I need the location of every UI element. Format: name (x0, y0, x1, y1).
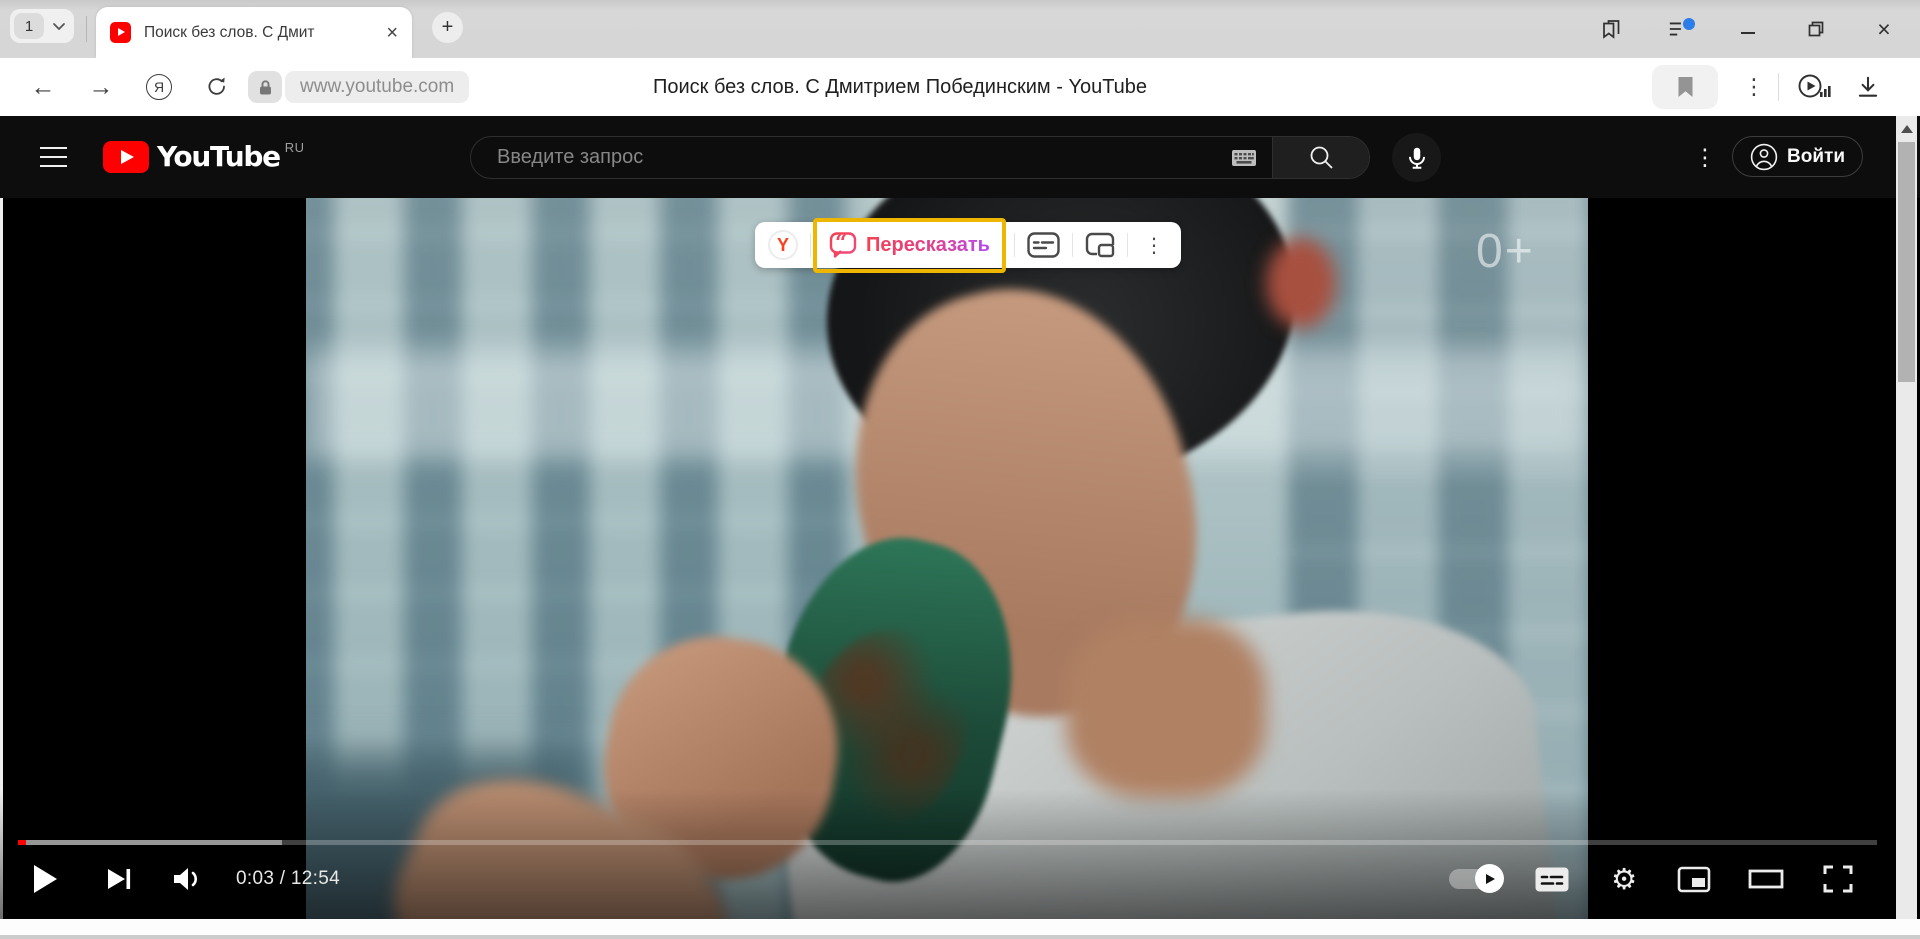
lock-icon[interactable] (248, 71, 282, 103)
youtube-logo[interactable]: YouTube RU (103, 140, 305, 174)
search-button[interactable] (1272, 137, 1369, 178)
minimize-icon[interactable] (1736, 17, 1760, 41)
close-icon[interactable]: × (386, 23, 398, 43)
age-rating: 0+ (1476, 224, 1535, 279)
retell-button[interactable]: “ Пересказать (823, 231, 996, 259)
theater-mode-button[interactable] (1742, 850, 1790, 908)
progress-buffered (18, 840, 282, 845)
bookmark-icon[interactable] (1652, 65, 1718, 109)
scroll-up-icon[interactable] (1901, 125, 1913, 133)
hamburger-icon[interactable] (40, 147, 67, 167)
address-bar: ← → Я www.youtube.com Поиск без слов. С … (0, 58, 1920, 116)
keyboard-icon[interactable] (1216, 137, 1272, 178)
youtube-menu-icon[interactable]: ⋮ (1692, 116, 1718, 198)
window-bottom-edge (0, 919, 1920, 939)
svg-text:“: “ (835, 231, 847, 255)
more-icon[interactable]: ⋮ (1140, 233, 1168, 258)
addressbar-separator (1778, 73, 1779, 101)
tab-counter[interactable]: 1 (10, 9, 74, 43)
youtube-favicon (110, 22, 131, 43)
video-player[interactable]: Y “ Пересказать (0, 198, 1920, 919)
youtube-header: YouTube RU (0, 116, 1920, 198)
play-icon (30, 862, 60, 896)
volume-button[interactable] (164, 850, 210, 908)
url-text[interactable]: www.youtube.com (285, 71, 469, 103)
captions-icon[interactable] (1027, 232, 1060, 258)
autoplay-toggle[interactable] (1446, 850, 1506, 908)
toolbar-separator (1127, 233, 1128, 257)
progress-bar[interactable] (18, 840, 1877, 845)
browser-menu-icon[interactable]: ⋮ (1742, 58, 1766, 116)
tab-title: Поиск без слов. С Дмит (144, 24, 376, 42)
youtube-logo-icon (103, 141, 149, 173)
pip-icon[interactable] (1085, 232, 1115, 258)
youtube-region: RU (285, 140, 305, 155)
play-button[interactable] (22, 850, 68, 908)
yandex-search-icon[interactable]: Я (146, 74, 172, 100)
profile-badge (1683, 18, 1695, 30)
video-scene-neck (1066, 618, 1266, 798)
avatar-icon (1750, 143, 1778, 171)
search-box (470, 136, 1370, 179)
volume-icon (171, 865, 203, 893)
time-display: 0:03 / 12:54 (236, 850, 340, 908)
scrollbar-thumb[interactable] (1898, 142, 1915, 382)
side-panels-icon[interactable] (1600, 17, 1624, 41)
tab-strip: 1 Поиск без слов. С Дмит × + (0, 0, 1920, 58)
browser-window: 1 Поиск без слов. С Дмит × + (0, 0, 1920, 939)
signin-label: Войти (1787, 146, 1845, 168)
tab-list-chevron-icon[interactable] (52, 22, 66, 31)
page-scrollbar[interactable] (1896, 116, 1917, 919)
download-icon[interactable] (1846, 58, 1890, 116)
back-icon[interactable]: ← (26, 58, 60, 116)
progress-played (18, 840, 26, 845)
page-title: Поиск без слов. С Дмитрием Побединским -… (653, 58, 1147, 116)
settings-gear-icon[interactable]: ⚙ (1602, 850, 1646, 908)
player-captions-button[interactable] (1528, 850, 1576, 908)
search-input[interactable] (471, 137, 1216, 178)
tabstrip-separator (86, 16, 87, 42)
mic-icon[interactable] (1392, 133, 1441, 182)
active-tab[interactable]: Поиск без слов. С Дмит × (96, 7, 412, 58)
next-button[interactable] (96, 850, 142, 908)
new-tab-icon[interactable]: + (432, 12, 463, 43)
toolbar-separator (1014, 233, 1015, 257)
toolbar-separator (810, 233, 811, 257)
yandex-badge-icon[interactable]: Y (768, 230, 798, 260)
url-chip[interactable]: www.youtube.com (248, 71, 469, 103)
autoplay-toggle-icon (1449, 867, 1504, 891)
toolbar-separator (1072, 233, 1073, 257)
retell-label: Пересказать (866, 234, 990, 257)
fullscreen-button[interactable] (1814, 850, 1862, 908)
video-translate-icon[interactable] (1792, 58, 1836, 116)
window-close-icon[interactable]: × (1872, 17, 1896, 41)
reading-list-icon[interactable] (1668, 17, 1692, 41)
tab-count: 1 (14, 13, 44, 39)
signin-button[interactable]: Войти (1732, 136, 1863, 177)
next-icon (104, 865, 134, 893)
restore-icon[interactable] (1804, 17, 1828, 41)
video-scene-ear (1266, 238, 1336, 328)
yandex-video-toolbar: Y “ Пересказать (755, 222, 1181, 268)
reload-icon[interactable] (200, 58, 234, 116)
youtube-logo-text: YouTube (157, 140, 280, 174)
forward-icon[interactable]: → (84, 58, 118, 116)
miniplayer-button[interactable] (1670, 850, 1718, 908)
quote-bubble-icon: “ (829, 231, 857, 259)
